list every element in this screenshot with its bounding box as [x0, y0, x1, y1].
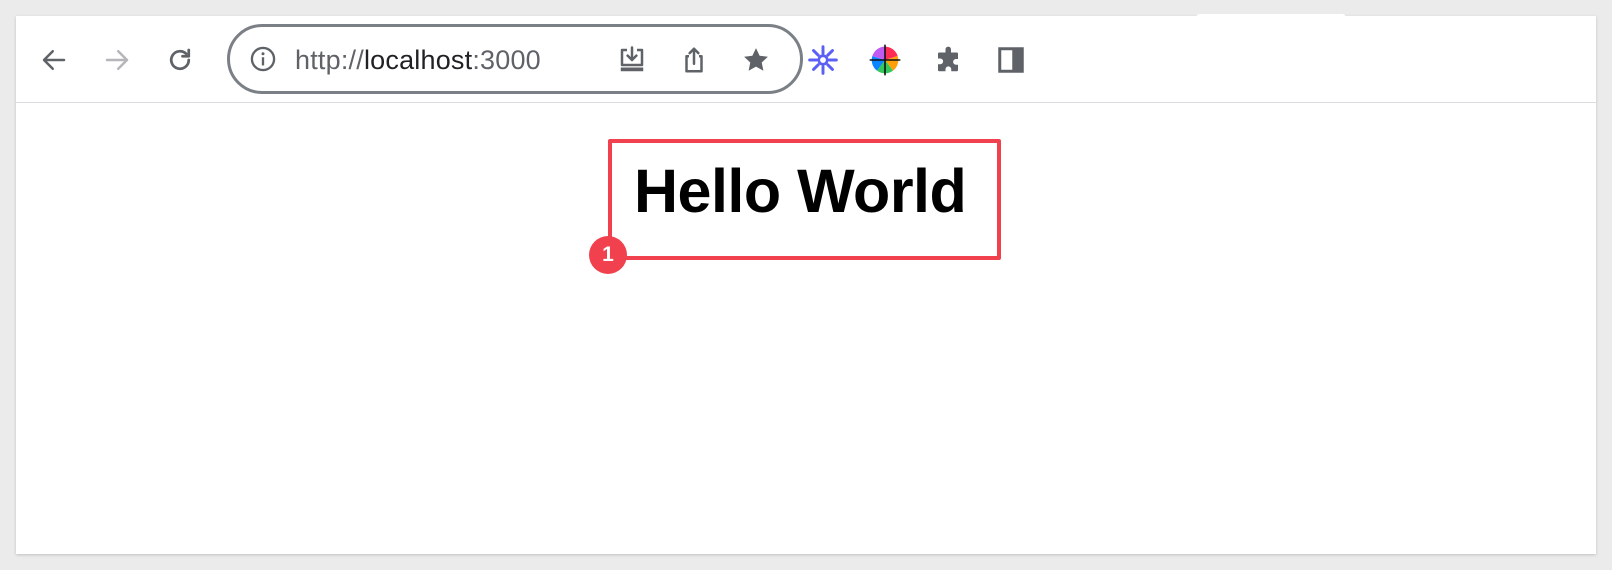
url-text[interactable]: http://localhost:3000: [295, 44, 541, 76]
site-info-button[interactable]: [248, 44, 278, 74]
arrow-right-icon: [105, 50, 129, 70]
page-heading: Hello World: [634, 157, 967, 225]
annotation-badge: 1: [589, 236, 627, 274]
forward-button[interactable]: [98, 41, 136, 79]
bookmark-button[interactable]: [737, 41, 775, 79]
side-panel-button[interactable]: [992, 41, 1030, 79]
color-picker-extension-icon: [869, 44, 901, 76]
arrow-left-icon: [42, 50, 66, 70]
browser-window: http://localhost:3000 Hello World 1: [16, 14, 1596, 554]
install-app-icon: [620, 46, 644, 72]
address-bar[interactable]: http://localhost:3000: [227, 24, 803, 94]
share-button[interactable]: [675, 41, 713, 79]
sparkle-extension-button[interactable]: [804, 41, 842, 79]
url-scheme: http://: [295, 45, 364, 75]
color-picker-extension-button[interactable]: [866, 41, 904, 79]
side-panel-icon: [998, 47, 1024, 73]
share-icon: [685, 47, 703, 73]
sparkle-extension-icon: [808, 45, 838, 75]
install-app-button[interactable]: [613, 41, 651, 79]
url-port: :3000: [472, 45, 541, 75]
reload-button[interactable]: [161, 41, 199, 79]
star-icon: [744, 48, 768, 71]
info-icon: [250, 46, 276, 72]
page-content: Hello World 1: [16, 103, 1596, 554]
extensions-menu-button[interactable]: [929, 41, 967, 79]
back-button[interactable]: [35, 41, 73, 79]
tab-strip-edge: [1196, 14, 1346, 20]
puzzle-extensions-icon: [938, 46, 958, 72]
url-host: localhost: [363, 45, 473, 75]
reload-icon: [169, 48, 191, 71]
browser-toolbar: http://localhost:3000: [16, 14, 1596, 103]
